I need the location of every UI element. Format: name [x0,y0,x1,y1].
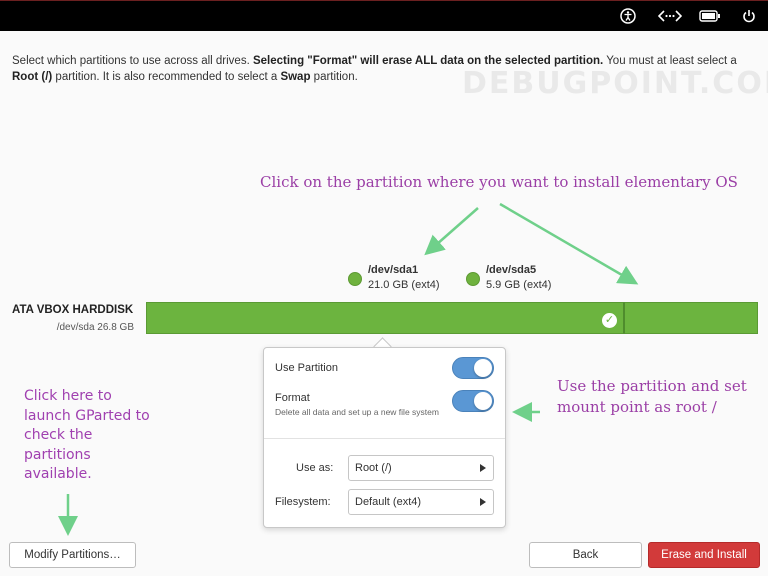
format-description: Delete all data and set up a new file sy… [275,407,439,417]
toggle-knob [474,359,492,377]
use-partition-label: Use Partition [275,362,338,374]
check-icon: ✓ [602,313,617,328]
popover-divider [264,438,505,439]
disk-name: ATA VBOX HARDDISK [12,304,134,316]
modify-partitions-button[interactable]: Modify Partitions… [9,542,136,568]
filesystem-select[interactable]: Default (ext4) [348,489,494,515]
partition-bar-sda5[interactable] [624,302,758,334]
partition-color-dot [348,272,362,286]
back-button[interactable]: Back [529,542,642,568]
filesystem-label: Filesystem: [275,496,331,508]
filesystem-value: Default (ext4) [355,496,422,508]
partition-size: 21.0 GB (ext4) [368,279,440,291]
use-as-label: Use as: [296,462,334,474]
use-as-select[interactable]: Root (/) [348,455,494,481]
chevron-right-icon [480,464,486,472]
partition-name: /dev/sda5 [486,264,537,276]
partition-color-dot [466,272,480,286]
use-as-value: Root (/) [355,462,392,474]
chevron-right-icon [480,498,486,506]
format-label: Format [275,392,310,404]
use-partition-toggle[interactable] [452,357,494,379]
partition-popover: Use Partition Format Delete all data and… [263,347,506,528]
toggle-knob [474,392,492,410]
format-toggle[interactable] [452,390,494,412]
partition-size: 5.9 GB (ext4) [486,279,552,291]
erase-and-install-button[interactable]: Erase and Install [648,542,760,568]
partition-name: /dev/sda1 [368,264,419,276]
arrow-to-sda1 [424,207,479,256]
partition-bar-sda1[interactable] [146,302,624,334]
disk-info: /dev/sda 26.8 GB [56,322,134,333]
